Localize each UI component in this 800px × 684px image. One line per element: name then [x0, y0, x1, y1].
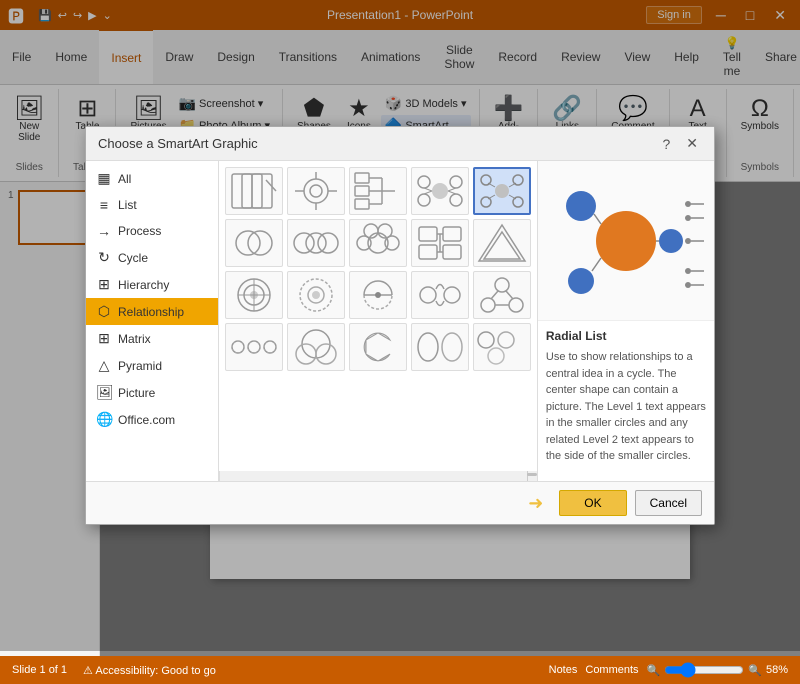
cat-matrix-label: Matrix	[118, 332, 151, 346]
cat-list[interactable]: ≡ List	[86, 192, 218, 218]
comments-button[interactable]: Comments	[585, 664, 638, 676]
dialog-title: Choose a SmartArt Graphic	[98, 136, 258, 151]
cat-picture-icon: 🖼	[96, 384, 112, 401]
dialog-controls: ? ✕	[658, 135, 702, 152]
cat-relationship-icon: ⬡	[96, 303, 112, 320]
smartart-item-20[interactable]	[473, 323, 531, 371]
cat-process[interactable]: → Process	[86, 218, 218, 244]
accessibility-status: ⚠ Accessibility: Good to go	[83, 664, 216, 677]
cat-pyramid-icon: △	[96, 357, 112, 374]
zoom-level: 58%	[766, 664, 788, 676]
smartart-item-1[interactable]	[225, 167, 283, 215]
cat-matrix-icon: ⊞	[96, 330, 112, 347]
zoom-out-icon[interactable]: 🔍	[647, 664, 661, 677]
zoom-slider[interactable]	[664, 662, 744, 678]
smartart-item-12[interactable]	[287, 271, 345, 319]
smartart-item-11[interactable]	[225, 271, 283, 319]
ok-arrow-indicator: ➜	[528, 493, 543, 514]
preview-title: Radial List	[546, 329, 706, 343]
cat-hierarchy[interactable]: ⊞ Hierarchy	[86, 271, 218, 298]
cat-all-icon: ▦	[96, 170, 112, 187]
zoom-in-icon[interactable]: 🔍	[748, 664, 762, 677]
cat-all-label: All	[118, 172, 131, 186]
smartart-item-13[interactable]	[349, 271, 407, 319]
preview-panel: Radial List Use to show relationships to…	[537, 161, 714, 481]
cat-hierarchy-label: Hierarchy	[118, 278, 169, 292]
cat-pyramid-label: Pyramid	[118, 359, 162, 373]
preview-description: Use to show relationships to a central i…	[546, 349, 706, 465]
preview-info: Radial List Use to show relationships to…	[538, 321, 714, 481]
smartart-item-14[interactable]	[411, 271, 469, 319]
smartart-grid	[219, 161, 537, 471]
cat-process-label: Process	[118, 224, 161, 238]
cat-office-label: Office.com	[118, 413, 175, 427]
smartart-item-16[interactable]	[225, 323, 283, 371]
status-bar-left: Slide 1 of 1 ⚠ Accessibility: Good to go	[12, 664, 216, 677]
smartart-panel	[219, 161, 537, 481]
smartart-item-3[interactable]	[349, 167, 407, 215]
slide-info: Slide 1 of 1	[12, 664, 67, 676]
smartart-item-10[interactable]	[473, 219, 531, 267]
cat-process-icon: →	[96, 223, 112, 239]
smartart-dialog: Choose a SmartArt Graphic ? ✕ ▦ All ≡ Li…	[85, 126, 715, 525]
status-bar: Slide 1 of 1 ⚠ Accessibility: Good to go…	[0, 656, 800, 684]
cat-all[interactable]: ▦ All	[86, 165, 218, 192]
smartart-item-19[interactable]	[411, 323, 469, 371]
smartart-item-6[interactable]	[225, 219, 283, 267]
cat-matrix[interactable]: ⊞ Matrix	[86, 325, 218, 352]
cat-cycle[interactable]: ↻ Cycle	[86, 244, 218, 271]
ok-button[interactable]: OK	[559, 490, 626, 516]
smartart-item-9[interactable]	[411, 219, 469, 267]
cat-pyramid[interactable]: △ Pyramid	[86, 352, 218, 379]
cat-relationship[interactable]: ⬡ Relationship	[86, 298, 218, 325]
cat-office[interactable]: 🌐 Office.com	[86, 406, 218, 433]
cat-picture[interactable]: 🖼 Picture	[86, 379, 218, 406]
smartart-item-7[interactable]	[287, 219, 345, 267]
smartart-item-17[interactable]	[287, 323, 345, 371]
status-bar-right: Notes Comments 🔍 🔍 58%	[549, 662, 788, 678]
dialog-close-button[interactable]: ✕	[682, 135, 702, 152]
cancel-button[interactable]: Cancel	[635, 490, 702, 516]
cat-relationship-label: Relationship	[118, 305, 184, 319]
smartart-item-4[interactable]	[411, 167, 469, 215]
dialog-body: ▦ All ≡ List → Process ↻ Cycle ⊞ Hiera	[86, 161, 714, 481]
cat-hierarchy-icon: ⊞	[96, 276, 112, 293]
smartart-item-2[interactable]	[287, 167, 345, 215]
cat-office-icon: 🌐	[96, 411, 112, 428]
smartart-item-18[interactable]	[349, 323, 407, 371]
smartart-item-8[interactable]	[349, 219, 407, 267]
dialog-footer: ➜ OK Cancel	[86, 481, 714, 524]
zoom-control: 🔍 🔍 58%	[647, 662, 788, 678]
preview-svg	[546, 166, 706, 316]
smartart-item-5[interactable]	[473, 167, 531, 215]
cat-list-icon: ≡	[96, 197, 112, 213]
scroll-indicator[interactable]	[219, 471, 537, 481]
cat-cycle-icon: ↻	[96, 249, 112, 266]
cat-list-label: List	[118, 198, 137, 212]
category-panel: ▦ All ≡ List → Process ↻ Cycle ⊞ Hiera	[86, 161, 219, 481]
dialog-overlay[interactable]: Choose a SmartArt Graphic ? ✕ ▦ All ≡ Li…	[0, 0, 800, 651]
smartart-item-15[interactable]	[473, 271, 531, 319]
notes-button[interactable]: Notes	[549, 664, 578, 676]
cat-cycle-label: Cycle	[118, 251, 148, 265]
preview-graphic	[538, 161, 714, 321]
dialog-title-bar: Choose a SmartArt Graphic ? ✕	[86, 127, 714, 161]
dialog-help-button[interactable]: ?	[658, 135, 674, 152]
cat-picture-label: Picture	[118, 386, 155, 400]
